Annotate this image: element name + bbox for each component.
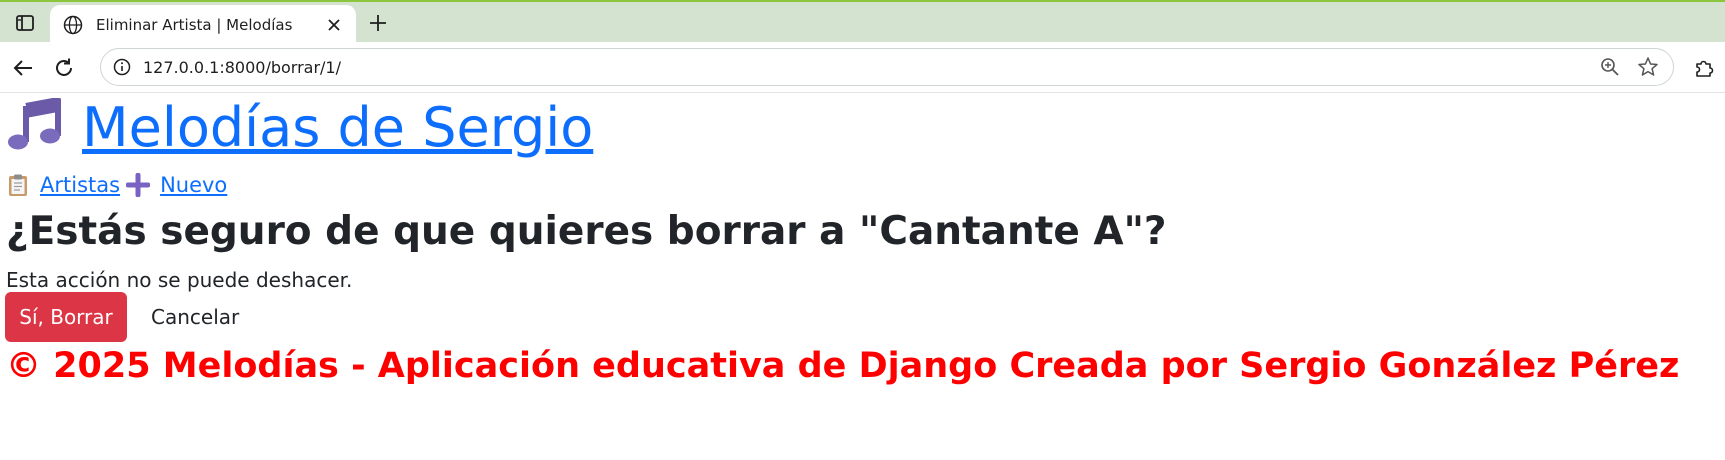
nav-link-nuevo[interactable]: Nuevo: [125, 170, 228, 200]
new-tab-icon[interactable]: [364, 9, 392, 37]
address-bar[interactable]: 127.0.0.1:8000/borrar/1/: [100, 48, 1674, 86]
close-tab-icon[interactable]: [322, 13, 346, 37]
zoom-icon[interactable]: [1597, 54, 1623, 80]
tab-title: Eliminar Artista | Melodías: [96, 15, 293, 34]
main-nav: Artistas Nuevo: [6, 170, 227, 200]
nav-label-nuevo: Nuevo: [160, 173, 228, 197]
nav-label-artistas: Artistas: [40, 173, 121, 197]
globe-icon: [62, 14, 84, 36]
clipboard-icon: [6, 173, 30, 197]
url-text[interactable]: 127.0.0.1:8000/borrar/1/: [143, 58, 1597, 77]
browser-tab-strip: Eliminar Artista | Melodías: [0, 0, 1725, 44]
confirm-heading: ¿Estás seguro de que quieres borrar a "C…: [6, 209, 1167, 254]
browser-toolbar: 127.0.0.1:8000/borrar/1/: [0, 42, 1725, 93]
reload-icon[interactable]: [50, 54, 78, 82]
musical-notes-icon: [6, 97, 62, 164]
footer-text: © 2025 Melodías - Aplicación educativa d…: [6, 346, 1680, 386]
site-title-text: Melodías de Sergio: [82, 96, 594, 159]
plus-icon: [125, 172, 151, 198]
warning-text: Esta acción no se puede deshacer.: [6, 268, 353, 292]
back-arrow-icon[interactable]: [9, 54, 37, 82]
tab-sidebar-icon[interactable]: [12, 10, 38, 36]
bookmark-star-icon[interactable]: [1635, 54, 1661, 80]
browser-tab-active[interactable]: Eliminar Artista | Melodías: [50, 5, 356, 44]
confirm-delete-button[interactable]: Sí, Borrar: [5, 292, 127, 342]
cancel-button[interactable]: Cancelar: [137, 292, 253, 342]
page-content: Melodías de Sergio Artistas Nuevo ¿Estás…: [0, 94, 1725, 460]
site-title-link[interactable]: Melodías de Sergio: [6, 96, 593, 164]
site-info-icon[interactable]: [111, 56, 133, 78]
nav-link-artistas[interactable]: Artistas: [6, 170, 120, 200]
extensions-puzzle-icon[interactable]: [1690, 54, 1718, 82]
